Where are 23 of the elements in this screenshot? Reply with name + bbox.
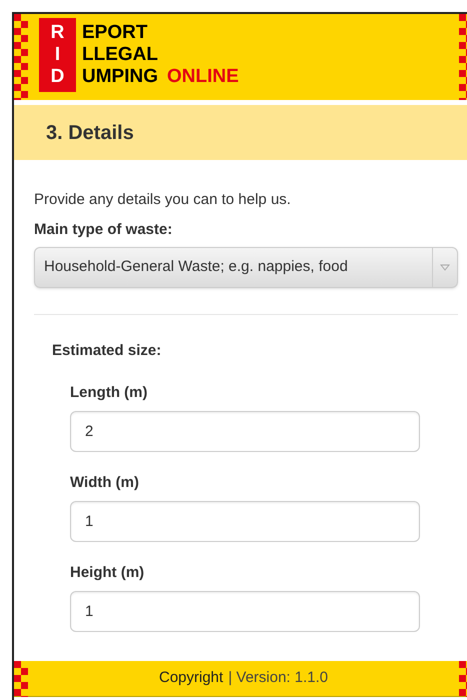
checker-border-drawing [459,661,467,697]
section-label: Estimated size: [52,341,162,361]
logo-letter: R [50,22,64,44]
logo-online: ONLINE [167,66,239,88]
input-field[interactable]: 2 [70,411,420,452]
step-title: 3. Details [46,120,134,146]
dropdown-caret-icon [440,264,450,271]
checker-border-drawing [14,661,28,697]
input-field[interactable]: 1 [70,501,420,542]
field-label: Length (m) [70,383,148,403]
waste-type-select[interactable]: Household-General Waste; e.g. nappies, food [34,247,458,288]
field-label: Width (m) [70,473,140,493]
field-label: Main type of waste: [34,220,174,240]
copyright-link[interactable]: Copyright [159,667,224,690]
logo-letter: I [54,44,60,66]
field-label: Height (m) [70,563,146,583]
logo-word: EPORT [82,22,148,44]
logo-word: LLEGAL [82,44,158,66]
version-text: | Version: 1.1.0 [228,668,328,688]
intro-text: Provide any details you can to help us. [34,190,292,210]
logo-letter: D [50,66,64,88]
logo-word: UMPING [82,66,158,88]
input-field[interactable]: 1 [70,591,420,632]
